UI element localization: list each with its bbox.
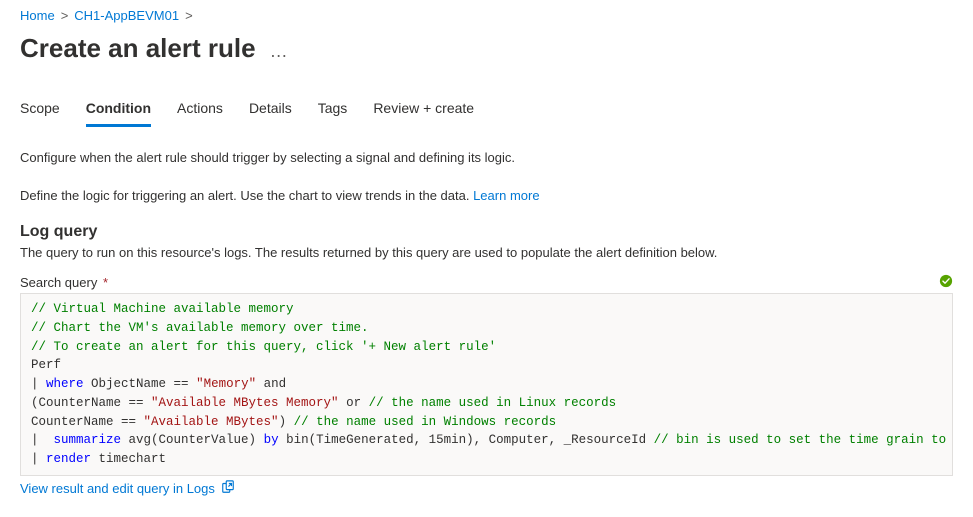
breadcrumb-resource[interactable]: CH1-AppBEVM01 [74, 8, 179, 23]
breadcrumb: Home > CH1-AppBEVM01 > [20, 8, 953, 23]
search-query-label-row: Search query * [20, 274, 953, 291]
search-query-editor[interactable]: // Virtual Machine available memory // C… [20, 293, 953, 476]
required-indicator: * [103, 275, 108, 290]
external-link-icon [221, 480, 235, 497]
search-query-label: Search query [20, 275, 97, 290]
tab-condition[interactable]: Condition [86, 94, 151, 127]
tab-tags[interactable]: Tags [318, 94, 348, 127]
learn-more-link[interactable]: Learn more [473, 188, 539, 203]
desc2-text: Define the logic for triggering an alert… [20, 188, 473, 203]
view-result-link[interactable]: View result and edit query in Logs [20, 480, 235, 497]
tab-details[interactable]: Details [249, 94, 292, 127]
breadcrumb-separator: > [61, 8, 69, 23]
tab-actions[interactable]: Actions [177, 94, 223, 127]
validation-success-icon [939, 274, 953, 291]
log-query-heading: Log query [20, 223, 953, 241]
condition-description: Configure when the alert rule should tri… [20, 148, 953, 168]
page-title-row: Create an alert rule … [20, 33, 953, 64]
tab-review[interactable]: Review + create [373, 94, 474, 127]
view-result-link-text: View result and edit query in Logs [20, 481, 215, 496]
log-query-subtext: The query to run on this resource's logs… [20, 245, 953, 260]
condition-description-2: Define the logic for triggering an alert… [20, 186, 953, 206]
tab-scope[interactable]: Scope [20, 94, 60, 127]
breadcrumb-home[interactable]: Home [20, 8, 55, 23]
breadcrumb-separator: > [185, 8, 193, 23]
tabs: Scope Condition Actions Details Tags Rev… [20, 94, 953, 128]
page-title: Create an alert rule [20, 33, 256, 64]
more-actions-button[interactable]: … [270, 35, 289, 62]
